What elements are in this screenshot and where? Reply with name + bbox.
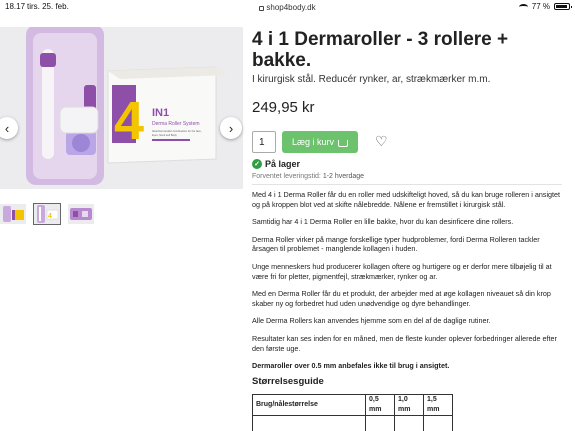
table-header-row: Brug/nålestørrelse 0,5 mm 1,0 mm 1,5 mm xyxy=(252,394,453,416)
wifi-icon xyxy=(518,3,528,10)
stock-status: ✓ På lager xyxy=(252,159,300,169)
box-digit: 4 xyxy=(114,91,144,151)
table-cell xyxy=(394,414,424,431)
status-right: 77 % xyxy=(518,2,572,11)
product-description: Med 4 i 1 Derma Roller får du en roller … xyxy=(252,190,564,431)
table-header-cell: 1,5 mm xyxy=(423,394,453,416)
product-subtitle: I kirurgisk stål. Reducér rynker, ar, st… xyxy=(252,74,491,85)
description-paragraph: Derma Roller virker på mange forskellige… xyxy=(252,234,540,254)
svg-text:4: 4 xyxy=(48,213,52,220)
delivery-time: 1-2 hverdage xyxy=(322,173,365,180)
add-to-cart-label: Læg i kurv xyxy=(291,137,335,147)
description-paragraph: Med 4 i 1 Derma Roller får du en roller … xyxy=(252,190,561,209)
description-paragraph: Med en Derma Roller får du et produkt, d… xyxy=(252,289,551,308)
stock-label: På lager xyxy=(265,159,301,169)
box-name: Derma Roller System xyxy=(152,121,200,127)
status-bar: 18.17 tirs. 25. feb. shop4body.dk 77 % xyxy=(0,0,575,14)
box-line-2: Eyes, Neck and Body xyxy=(152,133,178,137)
table-cell xyxy=(252,414,366,431)
size-guide-table: Brug/nålestørrelse 0,5 mm 1,0 mm 1,5 mm xyxy=(252,394,453,431)
thumbnail-1[interactable] xyxy=(0,204,26,224)
box-line-1: Ideal Dermaroller Combination for the fa… xyxy=(152,129,202,133)
size-guide-heading: Størrelsesguide xyxy=(252,375,324,387)
product-price: 249,95 kr xyxy=(252,99,315,116)
description-paragraph: Resultater kan ses inden for en måned, m… xyxy=(252,333,557,353)
delivery-prefix: Forventet leveringstid: xyxy=(252,173,321,180)
warning-note: Dermaroller over 0.5 mm anbefales ikke t… xyxy=(252,361,450,371)
product-image[interactable]: 4 IN1 Derma Roller System Ideal Dermarol… xyxy=(0,27,243,189)
table-header-cell: Brug/nålestørrelse xyxy=(252,394,366,416)
battery-icon xyxy=(554,3,572,10)
description-paragraph: Samtidig har 4 i 1 Derma Roller en lille… xyxy=(252,217,514,227)
add-to-cart-button[interactable]: Læg i kurv xyxy=(282,131,358,153)
table-cell xyxy=(423,414,453,431)
box-in1: IN1 xyxy=(152,107,169,119)
thumbnail-3[interactable] xyxy=(68,204,94,224)
thumbnail-strip: 4 xyxy=(0,203,94,225)
delivery-info: Forventet leveringstid: 1-2 hverdage xyxy=(252,173,364,180)
table-row xyxy=(252,414,453,431)
address-bar[interactable]: shop4body.dk xyxy=(0,3,575,12)
description-paragraph: Alle Derma Rollers kan anvendes hjemme s… xyxy=(252,316,491,326)
chevron-right-icon[interactable]: › xyxy=(220,117,242,139)
check-circle-icon: ✓ xyxy=(252,159,262,169)
table-header-cell: 1,0 mm xyxy=(394,394,424,416)
address-url: shop4body.dk xyxy=(266,3,316,12)
divider xyxy=(252,184,562,185)
description-paragraph: Unge menneskers hud producerer kollagen … xyxy=(252,261,552,281)
heart-icon[interactable]: ♡ xyxy=(375,134,388,148)
cart-icon xyxy=(338,139,349,147)
table-header-cell: 0,5 mm xyxy=(365,394,395,416)
battery-percent: 77 % xyxy=(531,2,550,11)
lock-icon xyxy=(259,6,265,11)
product-title: 4 i 1 Dermaroller - 3 rollere + bakke. xyxy=(252,29,509,71)
thumbnail-2[interactable]: 4 xyxy=(33,203,61,225)
product-photo: 4 IN1 Derma Roller System Ideal Dermarol… xyxy=(26,27,228,185)
table-cell xyxy=(365,414,395,431)
quantity-input[interactable]: 1 xyxy=(252,131,276,153)
